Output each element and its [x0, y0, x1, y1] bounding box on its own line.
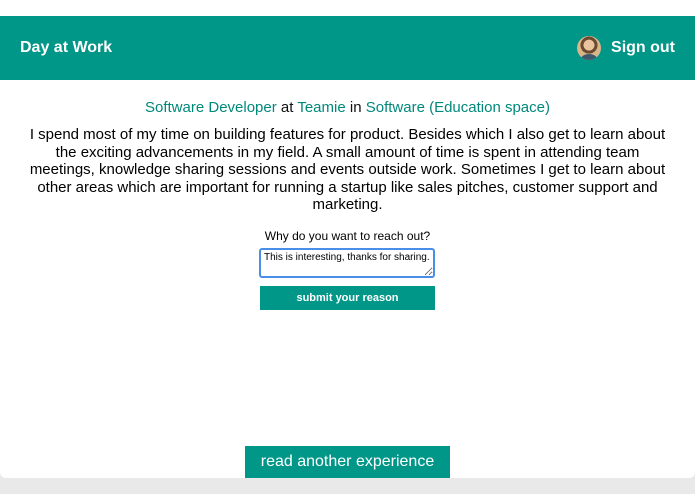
industry-name: Software (Education space) — [365, 99, 550, 116]
job-summary: Software Developer at Teamie in Software… — [0, 99, 695, 116]
job-role: Software Developer — [145, 99, 277, 116]
company-name: Teamie — [297, 99, 346, 116]
top-navbar: Day at Work Sign out — [0, 16, 695, 80]
experience-description: I spend most of my time on building feat… — [29, 126, 666, 213]
submit-reason-button[interactable]: submit your reason — [260, 286, 435, 310]
sign-out-button[interactable]: Sign out — [611, 39, 675, 57]
app-window: Day at Work Sign out Software Developer … — [0, 0, 695, 478]
read-another-experience-button[interactable]: read another experience — [245, 446, 450, 478]
reason-label: Why do you want to reach out? — [264, 229, 431, 243]
reason-textarea[interactable]: This is interesting, thanks for sharing. — [259, 248, 435, 278]
user-avatar-icon — [577, 36, 602, 60]
user-menu: Sign out — [577, 16, 675, 80]
brand-title[interactable]: Day at Work — [20, 16, 112, 80]
in-word: in — [349, 99, 362, 116]
at-word: at — [280, 99, 294, 116]
